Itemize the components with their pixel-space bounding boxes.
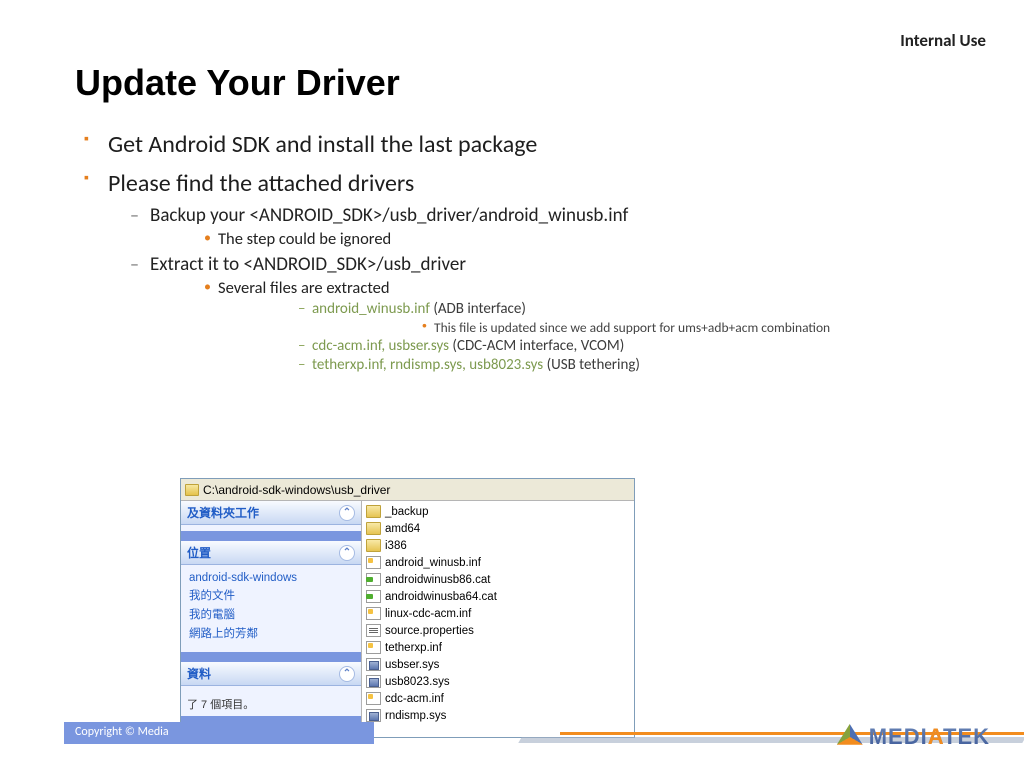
explorer-path: C:\android-sdk-windows\usb_driver xyxy=(203,483,390,497)
sub-backup-text: Backup your xyxy=(150,204,249,227)
file-cdc-name: cdc-acm.inf, usbser.sys xyxy=(312,337,449,355)
brand-text: MEDIATEK xyxy=(869,724,990,750)
slide: Internal Use Update Your Driver Get Andr… xyxy=(0,0,1024,768)
task-panel-3-header: 資料 ⌃ xyxy=(181,662,361,686)
file-name: source.properties xyxy=(385,625,474,637)
cat-icon xyxy=(366,590,381,603)
file-name: tetherxp.inf xyxy=(385,642,442,654)
file-name: usbser.sys xyxy=(385,659,439,671)
file-name: usb8023.sys xyxy=(385,676,450,688)
file-cdc-desc: (CDC-ACM interface, VCOM) xyxy=(449,337,624,355)
sub-extract-path: <ANDROID_SDK>/usb_driver xyxy=(243,253,465,276)
folder-icon xyxy=(366,522,381,535)
file-row: androidwinusba64.cat xyxy=(362,588,634,605)
file-cdc: cdc-acm.inf, usbser.sys (CDC-ACM interfa… xyxy=(218,337,984,355)
bullet-2-text: Please find the attached drivers xyxy=(108,169,414,198)
page-title: Update Your Driver xyxy=(75,62,400,104)
file-row: _backup xyxy=(362,503,634,520)
file-name: linux-cdc-acm.inf xyxy=(385,608,471,620)
inf-icon xyxy=(366,641,381,654)
classification-label: Internal Use xyxy=(900,30,986,51)
brand-suffix: TEK xyxy=(943,724,990,749)
inf-icon xyxy=(366,692,381,705)
file-tether: tetherxp.inf, rndismp.sys, usb8023.sys (… xyxy=(218,356,984,374)
mediatek-icon xyxy=(837,724,863,750)
folder-icon xyxy=(366,505,381,518)
explorer-sidebar: 及資料夾工作 ⌃ 位置 ⌃ android-sdk-windows 我的文件 我… xyxy=(181,501,361,737)
prop-icon xyxy=(366,624,381,637)
file-adb-desc: (ADB interface) xyxy=(430,300,526,318)
explorer-screenshot: C:\android-sdk-windows\usb_driver 及資料夾工作… xyxy=(180,478,635,738)
file-adb-name: android_winusb.inf xyxy=(312,300,430,318)
place-item: 網路上的芳鄰 xyxy=(189,625,353,641)
file-name: rndismp.sys xyxy=(385,710,446,722)
file-row: usbser.sys xyxy=(362,656,634,673)
status-text: 了 7 個項目。 xyxy=(181,692,361,716)
file-row: amd64 xyxy=(362,520,634,537)
sys-icon xyxy=(366,709,381,722)
place-item: 我的文件 xyxy=(189,587,353,603)
file-row: androidwinusb86.cat xyxy=(362,571,634,588)
bullet-1: Get Android SDK and install the last pac… xyxy=(80,130,984,159)
file-row: android_winusb.inf xyxy=(362,554,634,571)
task-panel-2-header: 位置 ⌃ xyxy=(181,541,361,565)
copyright-text: Copyright © Media xyxy=(75,725,169,739)
task-panel-2-title: 位置 xyxy=(187,544,211,561)
file-name: androidwinusba64.cat xyxy=(385,591,497,603)
task-panel-1: 及資料夾工作 ⌃ xyxy=(181,501,361,531)
brand-logo: MEDIATEK xyxy=(837,724,990,750)
file-name: android_winusb.inf xyxy=(385,557,481,569)
sys-icon xyxy=(366,675,381,688)
explorer-body: 及資料夾工作 ⌃ 位置 ⌃ android-sdk-windows 我的文件 我… xyxy=(181,501,634,737)
task-panel-3-title: 資料 xyxy=(187,665,211,682)
place-item: android-sdk-windows xyxy=(189,572,353,584)
file-row: usb8023.sys xyxy=(362,673,634,690)
sys-icon xyxy=(366,658,381,671)
file-adb-note: This file is updated since we add suppor… xyxy=(312,319,984,336)
bullet-2: Please find the attached drivers Backup … xyxy=(80,169,984,374)
sub-backup-note: The step could be ignored xyxy=(150,229,984,249)
chevron-up-icon: ⌃ xyxy=(339,666,355,682)
cat-icon xyxy=(366,573,381,586)
task-panel-1-header: 及資料夾工作 ⌃ xyxy=(181,501,361,525)
file-list: _backup amd64 i386 android_winusb.infandroi… xyxy=(361,501,634,737)
places-list: android-sdk-windows 我的文件 我的電腦 網路上的芳鄰 xyxy=(181,565,361,646)
file-name: i386 xyxy=(385,540,407,552)
brand-prefix: MEDI xyxy=(869,724,928,749)
file-row: source.properties xyxy=(362,622,634,639)
task-panel-1-title: 及資料夾工作 xyxy=(187,504,259,521)
chevron-up-icon: ⌃ xyxy=(339,505,355,521)
place-item: 我的電腦 xyxy=(189,606,353,622)
file-name: _backup xyxy=(385,506,428,518)
file-name: amd64 xyxy=(385,523,420,535)
file-name: androidwinusb86.cat xyxy=(385,574,491,586)
file-row: tetherxp.inf xyxy=(362,639,634,656)
chevron-up-icon: ⌃ xyxy=(339,545,355,561)
task-panel-2: 位置 ⌃ android-sdk-windows 我的文件 我的電腦 網路上的芳… xyxy=(181,541,361,652)
task-panel-3: 資料 ⌃ xyxy=(181,662,361,692)
file-name: cdc-acm.inf xyxy=(385,693,444,705)
folder-icon xyxy=(366,539,381,552)
folder-icon xyxy=(185,484,199,496)
file-row: cdc-acm.inf xyxy=(362,690,634,707)
brand-mid: A xyxy=(928,724,943,749)
file-row: i386 xyxy=(362,537,634,554)
file-tether-desc: (USB tethering) xyxy=(543,356,640,374)
content-area: Get Android SDK and install the last pac… xyxy=(80,130,984,384)
sub-extract: Extract it to <ANDROID_SDK>/usb_driver S… xyxy=(108,253,984,374)
inf-icon xyxy=(366,607,381,620)
file-row: rndismp.sys xyxy=(362,707,634,724)
explorer-addressbar: C:\android-sdk-windows\usb_driver xyxy=(181,479,634,501)
inf-icon xyxy=(366,556,381,569)
sub-extract-note-text: Several files are extracted xyxy=(218,278,390,298)
sub-extract-note: Several files are extracted android_winu… xyxy=(150,278,984,374)
file-tether-name: tetherxp.inf, rndismp.sys, usb8023.sys xyxy=(312,356,543,374)
sub-backup-path: <ANDROID_SDK>/usb_driver/android_winusb.… xyxy=(249,204,628,227)
sub-backup: Backup your <ANDROID_SDK>/usb_driver/and… xyxy=(108,204,984,249)
file-adb: android_winusb.inf (ADB interface) This … xyxy=(218,300,984,336)
file-row: linux-cdc-acm.inf xyxy=(362,605,634,622)
sub-extract-text: Extract it to xyxy=(150,253,243,276)
